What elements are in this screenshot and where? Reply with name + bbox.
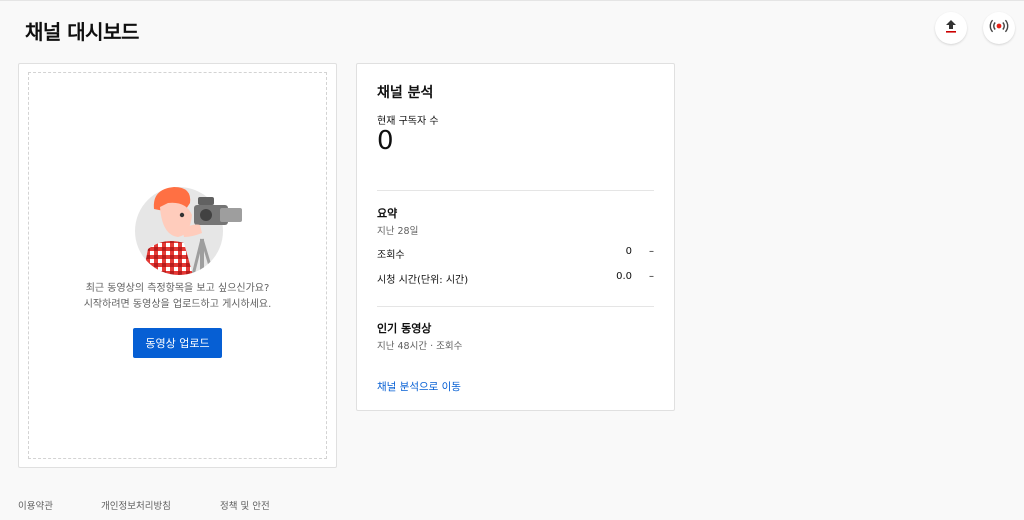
go-live-button[interactable] (983, 12, 1015, 44)
live-broadcast-icon (989, 18, 1009, 38)
top-videos-title: 인기 동영상 (377, 322, 432, 335)
metric-value: 0 (625, 246, 632, 257)
summary-title: 요약 (377, 207, 398, 220)
metric-row-watch-time: 시청 시간(단위: 시간) 0.0 – (377, 271, 654, 286)
footer-link-terms[interactable]: 이용약관 (18, 498, 53, 512)
upload-button[interactable] (935, 12, 967, 44)
go-to-analytics-link[interactable]: 채널 분석으로 이동 (377, 379, 461, 394)
subscribers-label: 현재 구독자 수 (377, 116, 439, 127)
divider (377, 306, 654, 307)
subscribers-count: 0 (377, 126, 394, 156)
summary-period: 지난 28일 (377, 226, 419, 237)
page-title: 채널 대시보드 (25, 20, 139, 44)
recent-video-card: 최근 동영상의 측정항목을 보고 싶으신가요? 시작하려면 동영상을 업로드하고… (18, 63, 337, 468)
videographer-illustration (134, 179, 244, 279)
divider (377, 190, 654, 191)
footer-link-policy-safety[interactable]: 정책 및 안전 (220, 498, 270, 512)
metric-label: 시청 시간(단위: 시간) (377, 275, 469, 286)
upload-video-button[interactable]: 동영상 업로드 (133, 328, 222, 358)
empty-state-line2: 시작하려면 동영상을 업로드하고 게시하세요. (83, 299, 272, 310)
channel-analytics-card: 채널 분석 현재 구독자 수 0 요약 지난 28일 조회수 0 – 시청 시간… (356, 63, 675, 411)
top-videos-subtitle: 지난 48시간 · 조회수 (377, 341, 463, 352)
upload-icon (943, 18, 959, 38)
metric-label: 조회수 (377, 250, 405, 261)
footer-link-privacy[interactable]: 개인정보처리방침 (101, 498, 171, 512)
metric-trend: – (649, 246, 654, 257)
analytics-title: 채널 분석 (377, 85, 434, 101)
top-divider (0, 0, 1024, 1)
metric-trend: – (649, 271, 654, 282)
metric-value: 0.0 (616, 271, 632, 282)
metric-row-views: 조회수 0 – (377, 246, 654, 261)
empty-state-line1: 최근 동영상의 측정항목을 보고 싶으신가요? (85, 283, 270, 294)
empty-state-message: 최근 동영상의 측정항목을 보고 싶으신가요? 시작하려면 동영상을 업로드하고… (19, 281, 336, 313)
